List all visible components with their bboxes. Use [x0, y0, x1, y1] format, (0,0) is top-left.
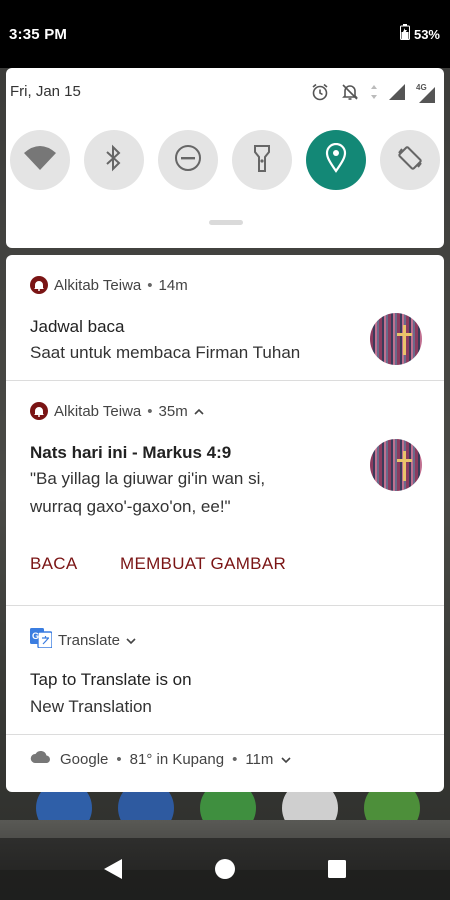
chevron-up-icon[interactable]	[194, 403, 204, 420]
recents-button[interactable]	[322, 856, 352, 886]
chevron-down-icon[interactable]	[126, 632, 136, 649]
network-label: 4G	[416, 82, 427, 92]
weather-summary: 81° in Kupang	[129, 750, 225, 768]
notification-header: Google • 81° in Kupang • 11m	[30, 750, 291, 768]
notification-header: Alkitab Teiwa • 35m	[30, 402, 204, 420]
battery-percent: 53%	[413, 27, 440, 42]
notification-google-weather[interactable]: Google • 81° in Kupang • 11m	[6, 735, 444, 792]
notification-header: Alkitab Teiwa • 14m	[30, 276, 188, 294]
separator: •	[232, 750, 238, 768]
tile-bluetooth[interactable]	[84, 130, 144, 190]
bell-icon	[30, 276, 48, 294]
translate-icon: G	[30, 628, 53, 652]
notification-text: New Translation	[30, 697, 152, 716]
tile-auto-rotate[interactable]	[380, 130, 440, 190]
notification-time: 14m	[158, 276, 188, 294]
home-button[interactable]	[210, 856, 240, 886]
quick-settings-panel[interactable]: Fri, Jan 15 4G	[6, 68, 444, 248]
app-name: Alkitab Teiwa	[54, 276, 142, 294]
location-icon	[325, 142, 347, 178]
qs-tiles	[10, 130, 442, 192]
battery-icon	[399, 24, 410, 45]
qs-date: Fri, Jan 15	[10, 83, 81, 100]
action-membuat-gambar-button[interactable]: MEMBUAT GAMBAR	[120, 554, 286, 574]
tile-location[interactable]	[306, 130, 366, 190]
auto-rotate-icon	[395, 143, 425, 178]
qs-status-icons: 4G	[310, 82, 436, 107]
chevron-down-icon[interactable]	[281, 751, 291, 768]
notification-title: Nats hari ini - Markus 4:9	[30, 443, 232, 462]
tile-flashlight[interactable]	[232, 130, 292, 190]
flashlight-icon	[253, 143, 271, 178]
notification-text-line1: "Ba yillag la giuwar gi'in wan si,	[30, 469, 266, 488]
notification-text-line2: wurraq gaxo'-gaxo'on, ee!"	[30, 497, 231, 516]
separator: •	[116, 750, 122, 768]
bell-icon	[30, 402, 48, 420]
notification-text: Saat untuk membaca Firman Tuhan	[30, 343, 301, 362]
home-icon	[214, 858, 236, 885]
notification-jadwal-baca[interactable]: Alkitab Teiwa • 14m Jadwal baca Saat unt…	[6, 255, 444, 381]
notification-time: 35m	[158, 402, 188, 420]
notification-title: Jadwal baca	[30, 317, 125, 336]
status-time: 3:35 PM	[9, 26, 68, 43]
notification-nats-hari-ini[interactable]: Alkitab Teiwa • 35m Nats hari ini - Mark…	[6, 381, 444, 606]
notification-time: 11m	[245, 750, 274, 768]
notification-title: Tap to Translate is on	[30, 670, 192, 689]
signal-icon	[388, 83, 406, 106]
app-name: Alkitab Teiwa	[54, 402, 142, 420]
do-not-disturb-icon	[173, 143, 203, 178]
navigation-bar	[0, 838, 450, 900]
app-name: Translate	[58, 631, 120, 649]
back-button[interactable]	[98, 856, 128, 886]
action-baca-button[interactable]: BACA	[30, 554, 78, 574]
separator: •	[147, 276, 153, 294]
status-bar: 3:35 PM 53%	[0, 0, 450, 68]
notification-thumbnail	[370, 439, 422, 491]
alarm-icon	[310, 82, 330, 107]
notification-header: G Translate	[30, 628, 136, 652]
qs-expand-handle[interactable]	[209, 220, 243, 225]
notification-translate[interactable]: G Translate Tap to Translate is on New T…	[6, 606, 444, 735]
cloud-icon	[30, 750, 52, 768]
separator: •	[147, 402, 153, 420]
notification-list: Alkitab Teiwa • 14m Jadwal baca Saat unt…	[6, 255, 444, 792]
wifi-icon	[23, 145, 57, 176]
bluetooth-icon	[104, 144, 124, 177]
tile-do-not-disturb[interactable]	[158, 130, 218, 190]
app-name: Google	[60, 750, 109, 768]
4g-signal-icon: 4G	[416, 82, 436, 104]
data-arrows-icon	[370, 83, 378, 106]
tile-wifi[interactable]	[10, 130, 70, 190]
back-icon	[102, 857, 124, 886]
notifications-off-icon	[340, 82, 360, 107]
notification-thumbnail	[370, 313, 422, 365]
recents-icon	[327, 859, 347, 884]
status-right: 53%	[399, 24, 440, 45]
svg-text:G: G	[32, 631, 39, 641]
